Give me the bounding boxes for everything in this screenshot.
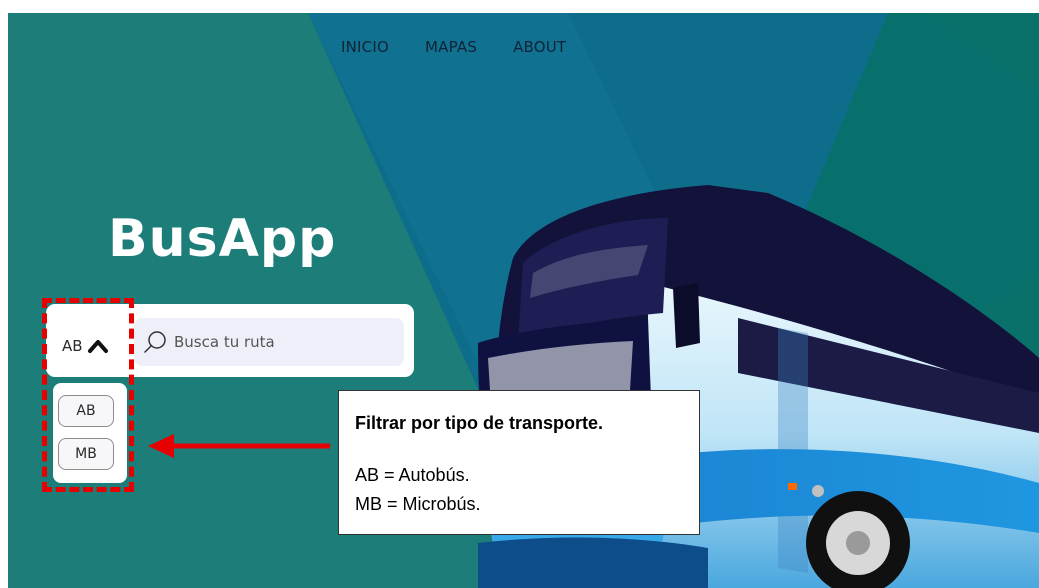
callout-line-ab: AB = Autobús.	[355, 465, 470, 485]
callout-title: Filtrar por tipo de transporte.	[355, 413, 604, 433]
callout-line-mb: MB = Microbús.	[355, 494, 481, 514]
top-nav: INICIO MAPAS ABOUT	[341, 38, 566, 56]
nav-inicio[interactable]: INICIO	[341, 38, 389, 56]
arrow-left-icon	[148, 434, 330, 458]
app-title: BusApp	[108, 209, 337, 269]
search-input[interactable]	[174, 328, 389, 356]
hero-section: INICIO MAPAS ABOUT BusApp AB AB MB Filtr…	[8, 13, 1039, 588]
search-icon[interactable]	[143, 330, 167, 354]
search-box	[134, 318, 404, 366]
nav-about[interactable]: ABOUT	[513, 38, 566, 56]
nav-mapas[interactable]: MAPAS	[425, 38, 477, 56]
filter-highlight-box	[42, 298, 134, 492]
annotation-callout: Filtrar por tipo de transporte. AB = Aut…	[338, 390, 700, 535]
